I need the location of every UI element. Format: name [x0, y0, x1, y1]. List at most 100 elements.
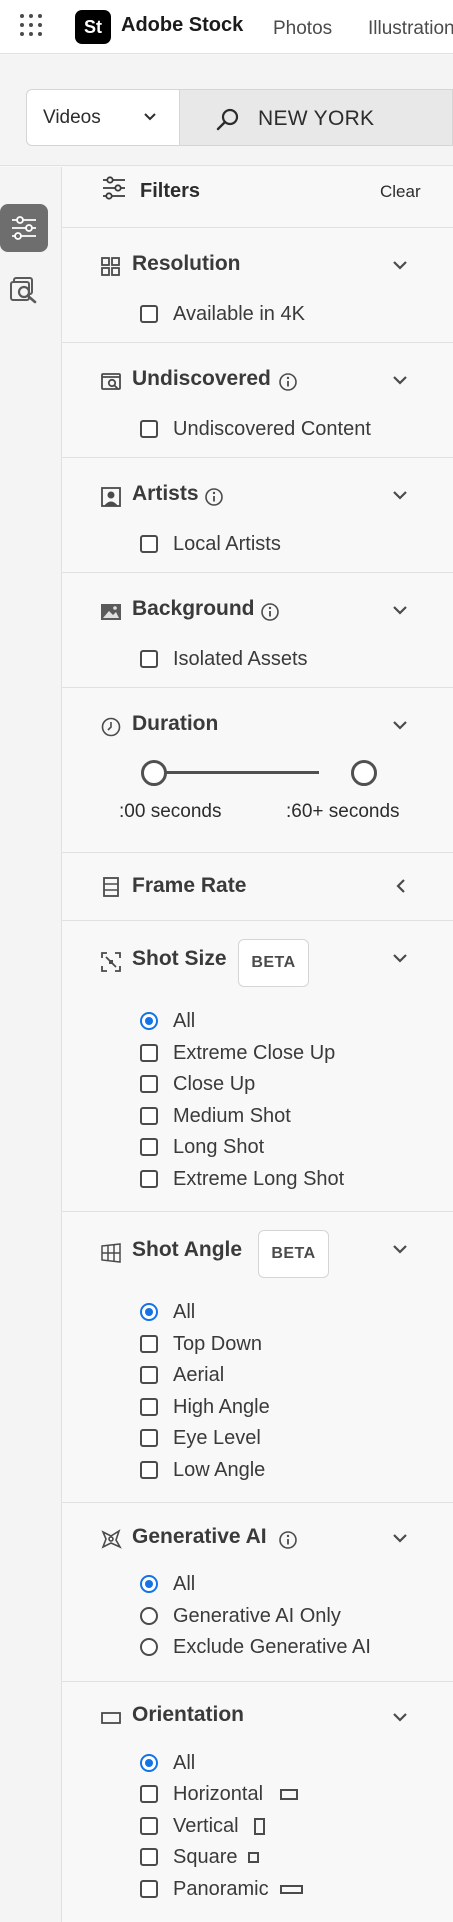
option-label: Local Artists: [173, 533, 281, 555]
brand-name[interactable]: Adobe Stock: [121, 14, 243, 37]
duration-slider-track[interactable]: [144, 771, 319, 774]
option-label: Low Angle: [173, 1459, 266, 1481]
option-undiscovered-content[interactable]: Undiscovered Content: [140, 417, 440, 441]
radio-selected[interactable]: [140, 1754, 158, 1772]
search-input[interactable]: NEW YORK: [180, 89, 453, 146]
orientation-section: Orientation All Horizontal Vertical Squa…: [62, 1683, 453, 1922]
checkbox[interactable]: [140, 1044, 158, 1062]
checkbox[interactable]: [140, 1785, 158, 1803]
option-isolated-assets[interactable]: Isolated Assets: [140, 647, 440, 671]
checkbox[interactable]: [140, 1429, 158, 1447]
orientation-title[interactable]: Orientation: [132, 1703, 244, 1727]
checkbox[interactable]: [140, 1075, 158, 1093]
duration-max-handle[interactable]: [351, 760, 377, 786]
checkbox[interactable]: [140, 1880, 158, 1898]
shot-angle-title[interactable]: Shot Angle: [132, 1238, 242, 1262]
undiscovered-title[interactable]: Undiscovered: [132, 367, 271, 391]
frame-rate-title[interactable]: Frame Rate: [132, 874, 246, 898]
nav-illustrations[interactable]: Illustrations: [368, 18, 453, 40]
checkbox[interactable]: [140, 650, 158, 668]
generative-ai-icon: [101, 1529, 122, 1549]
option-all[interactable]: All: [140, 1751, 440, 1775]
checkbox[interactable]: [140, 1398, 158, 1416]
option-square[interactable]: Square: [140, 1845, 440, 1869]
radio[interactable]: [140, 1638, 158, 1656]
checkbox[interactable]: [140, 1461, 158, 1479]
chevron-down-icon[interactable]: [392, 374, 408, 386]
generative-ai-title[interactable]: Generative AI: [132, 1525, 267, 1549]
option-extreme-close-up[interactable]: Extreme Close Up: [140, 1041, 440, 1065]
filters-toggle-button[interactable]: [0, 204, 48, 252]
artists-section: Artists Local Artists: [62, 459, 453, 573]
option-eye-level[interactable]: Eye Level: [140, 1426, 440, 1450]
radio[interactable]: [140, 1607, 158, 1625]
option-close-up[interactable]: Close Up: [140, 1072, 440, 1096]
resolution-title[interactable]: Resolution: [132, 252, 241, 276]
chevron-down-icon[interactable]: [392, 1711, 408, 1723]
checkbox[interactable]: [140, 1848, 158, 1866]
info-icon[interactable]: [204, 487, 224, 507]
option-label: Vertical: [173, 1815, 239, 1837]
background-title[interactable]: Background: [132, 597, 255, 621]
shot-size-icon: [101, 952, 121, 972]
nav-photos[interactable]: Photos: [273, 18, 332, 40]
asset-type-select[interactable]: Videos: [26, 89, 180, 146]
artists-title[interactable]: Artists: [132, 482, 199, 506]
option-high-angle[interactable]: High Angle: [140, 1395, 440, 1419]
chevron-down-icon[interactable]: [392, 952, 408, 964]
chevron-down-icon: [144, 113, 156, 121]
rectangle-icon: [101, 1712, 121, 1724]
option-top-down[interactable]: Top Down: [140, 1332, 440, 1356]
chevron-down-icon[interactable]: [392, 489, 408, 501]
chevron-left-icon[interactable]: [395, 878, 407, 894]
option-generative-ai-only[interactable]: Generative AI Only: [140, 1604, 440, 1628]
checkbox[interactable]: [140, 420, 158, 438]
option-label: High Angle: [173, 1396, 270, 1418]
option-panoramic[interactable]: Panoramic: [140, 1877, 440, 1901]
chevron-down-icon[interactable]: [392, 604, 408, 616]
adobe-stock-logo[interactable]: St: [75, 10, 111, 44]
info-icon[interactable]: [278, 372, 298, 392]
option-local-artists[interactable]: Local Artists: [140, 532, 440, 556]
similar-search-button[interactable]: [8, 274, 40, 306]
option-label: Exclude Generative AI: [173, 1636, 371, 1658]
option-all[interactable]: All: [140, 1009, 440, 1033]
duration-title[interactable]: Duration: [132, 712, 218, 736]
clear-filters-button[interactable]: Clear: [380, 182, 421, 202]
chevron-down-icon[interactable]: [392, 259, 408, 271]
option-long-shot[interactable]: Long Shot: [140, 1135, 440, 1159]
chevron-down-icon[interactable]: [392, 1532, 408, 1544]
checkbox[interactable]: [140, 1335, 158, 1353]
info-icon[interactable]: [260, 602, 280, 622]
option-vertical[interactable]: Vertical: [140, 1814, 440, 1838]
checkbox[interactable]: [140, 1366, 158, 1384]
checkbox[interactable]: [140, 1817, 158, 1835]
option-all[interactable]: All: [140, 1300, 440, 1324]
checkbox[interactable]: [140, 535, 158, 553]
option-all[interactable]: All: [140, 1572, 440, 1596]
checkbox[interactable]: [140, 1107, 158, 1125]
option-exclude-generative-ai[interactable]: Exclude Generative AI: [140, 1635, 440, 1659]
checkbox[interactable]: [140, 1138, 158, 1156]
radio-selected[interactable]: [140, 1303, 158, 1321]
checkbox[interactable]: [140, 305, 158, 323]
left-rail: [0, 167, 62, 1922]
option-extreme-long-shot[interactable]: Extreme Long Shot: [140, 1167, 440, 1191]
chevron-down-icon[interactable]: [392, 719, 408, 731]
shot-size-title[interactable]: Shot Size: [132, 947, 227, 971]
option-label: All: [173, 1010, 196, 1032]
radio-selected[interactable]: [140, 1012, 158, 1030]
option-aerial[interactable]: Aerial: [140, 1363, 440, 1387]
duration-min-handle[interactable]: [141, 760, 167, 786]
info-icon[interactable]: [278, 1530, 298, 1550]
option-available-in-4k[interactable]: Available in 4K: [140, 302, 440, 326]
chevron-down-icon[interactable]: [392, 1243, 408, 1255]
radio-selected[interactable]: [140, 1575, 158, 1593]
option-low-angle[interactable]: Low Angle: [140, 1458, 440, 1482]
checkbox[interactable]: [140, 1170, 158, 1188]
option-medium-shot[interactable]: Medium Shot: [140, 1104, 440, 1128]
option-label: Extreme Long Shot: [173, 1168, 345, 1190]
duration-min-label: :00 seconds: [119, 801, 222, 822]
option-horizontal[interactable]: Horizontal: [140, 1782, 440, 1806]
app-switcher-icon[interactable]: [20, 14, 42, 36]
